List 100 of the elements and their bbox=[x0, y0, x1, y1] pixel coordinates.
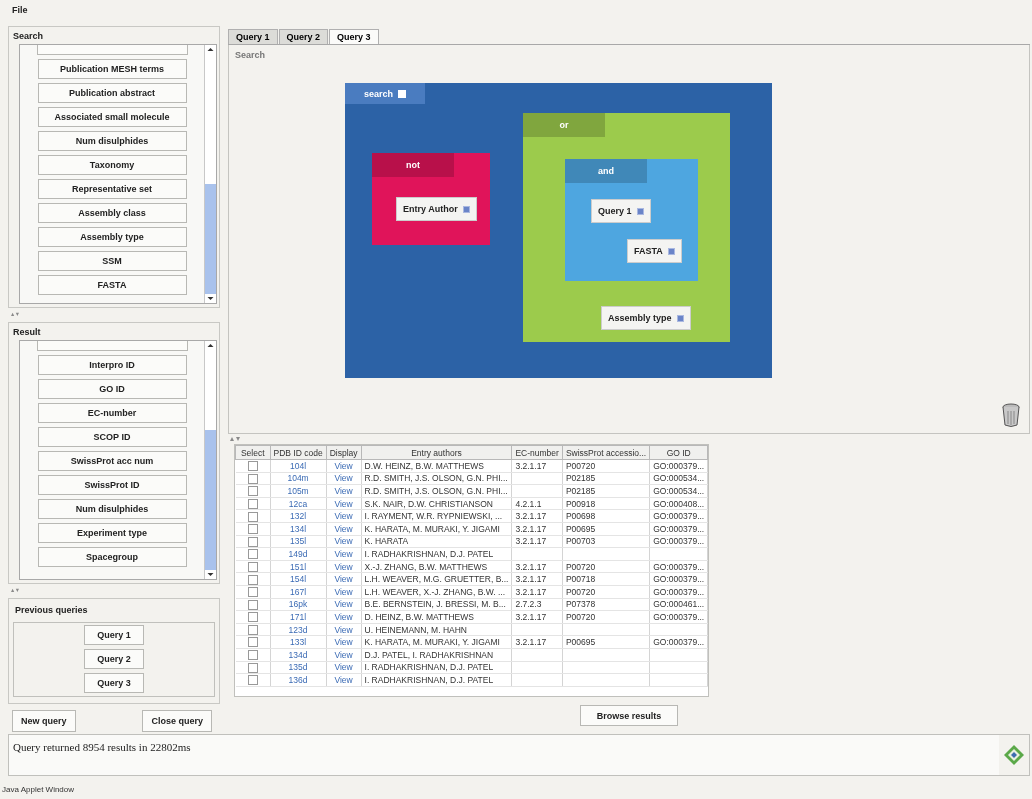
view-link[interactable]: View bbox=[326, 535, 361, 548]
field-button[interactable]: SwissProt ID bbox=[37, 475, 187, 495]
field-button[interactable]: SCOP ID bbox=[37, 427, 187, 447]
checkbox[interactable] bbox=[247, 637, 258, 648]
checkbox[interactable] bbox=[247, 486, 258, 497]
square-icon[interactable] bbox=[398, 89, 406, 98]
view-link[interactable]: View bbox=[326, 484, 361, 498]
column-header[interactable]: Entry authors bbox=[361, 445, 512, 460]
view-link[interactable]: View bbox=[326, 497, 361, 510]
scrollbar[interactable] bbox=[204, 341, 216, 579]
checkbox[interactable] bbox=[247, 612, 258, 623]
table-cell: P00695 bbox=[562, 635, 650, 649]
view-link[interactable]: View bbox=[326, 585, 361, 599]
view-link[interactable]: View bbox=[326, 598, 361, 611]
query-tab[interactable]: Query 1 bbox=[228, 29, 278, 44]
field-button[interactable]: SwissProt acc num bbox=[37, 451, 187, 471]
view-link[interactable]: View bbox=[326, 522, 361, 536]
view-link[interactable]: View bbox=[326, 623, 361, 636]
query-button[interactable]: Query 2 bbox=[84, 649, 144, 670]
field-button[interactable]: Assembly class bbox=[37, 203, 187, 223]
field-button[interactable]: EC-number bbox=[37, 403, 187, 423]
query-button[interactable]: Query 3 bbox=[84, 673, 144, 694]
checkbox[interactable] bbox=[247, 624, 258, 635]
field-button[interactable]: Interpro ID bbox=[37, 355, 187, 375]
view-link[interactable]: View bbox=[326, 509, 361, 523]
table-cell: P02185 bbox=[562, 484, 650, 498]
field-button[interactable]: Publication abstract bbox=[37, 83, 187, 103]
view-link[interactable]: View bbox=[326, 547, 361, 561]
field-button[interactable]: FASTA bbox=[37, 275, 187, 295]
checkbox[interactable] bbox=[247, 662, 258, 673]
split-arrows-icon[interactable] bbox=[10, 312, 20, 316]
square-icon[interactable] bbox=[636, 207, 644, 215]
query-term[interactable]: FASTA bbox=[627, 239, 682, 263]
scroll-up-icon[interactable] bbox=[206, 46, 215, 53]
field-button[interactable]: Publication MESH terms bbox=[37, 59, 187, 79]
logo-icon[interactable] bbox=[1003, 744, 1025, 766]
checkbox[interactable] bbox=[247, 473, 258, 484]
trash-icon[interactable] bbox=[1001, 403, 1021, 427]
field-button[interactable]: Representative set bbox=[37, 179, 187, 199]
checkbox[interactable] bbox=[247, 599, 258, 610]
scrollbar[interactable] bbox=[204, 45, 216, 303]
view-link[interactable]: View bbox=[326, 572, 361, 586]
field-button[interactable]: Taxonomy bbox=[37, 155, 187, 175]
checkbox[interactable] bbox=[247, 549, 258, 560]
query-term[interactable]: Assembly type bbox=[601, 306, 691, 330]
checkbox[interactable] bbox=[247, 536, 258, 547]
query-term[interactable]: Query 1 bbox=[591, 199, 651, 223]
browse-results-button[interactable]: Browse results bbox=[579, 705, 679, 726]
split-arrows-icon[interactable] bbox=[230, 435, 240, 441]
operator-label[interactable]: not bbox=[372, 153, 454, 177]
query-term[interactable]: Entry Author bbox=[396, 197, 477, 221]
view-link[interactable]: View bbox=[326, 560, 361, 573]
query-tab[interactable]: Query 2 bbox=[278, 29, 329, 44]
checkbox[interactable] bbox=[247, 561, 258, 572]
checkbox[interactable] bbox=[247, 675, 258, 686]
column-header[interactable]: PDB ID code bbox=[270, 445, 327, 460]
view-link[interactable]: View bbox=[326, 635, 361, 649]
field-button[interactable]: Num disulphides bbox=[37, 499, 187, 519]
view-link[interactable]: View bbox=[326, 648, 361, 661]
field-button[interactable]: SSM bbox=[37, 251, 187, 271]
checkbox[interactable] bbox=[247, 511, 258, 522]
column-header[interactable]: Select bbox=[235, 445, 270, 460]
field-button[interactable]: Experiment type bbox=[37, 523, 187, 543]
table-cell: R.D. SMITH, J.S. OLSON, G.N. PHI... bbox=[361, 484, 512, 498]
field-button[interactable]: Num disulphides bbox=[37, 131, 187, 151]
query-action-button[interactable]: Close query bbox=[142, 710, 212, 732]
view-link[interactable]: View bbox=[326, 661, 361, 674]
field-button[interactable]: Associated small molecule bbox=[37, 107, 187, 127]
table-cell: GO:000408... bbox=[649, 497, 708, 510]
view-link[interactable]: View bbox=[326, 610, 361, 624]
square-icon[interactable] bbox=[462, 205, 470, 213]
checkbox[interactable] bbox=[247, 461, 258, 472]
query-button[interactable]: Query 1 bbox=[84, 625, 144, 646]
table-cell: P00720 bbox=[562, 610, 650, 624]
field-button[interactable]: Spacegroup bbox=[37, 547, 187, 567]
query-action-button[interactable]: New query bbox=[12, 710, 76, 732]
query-tab[interactable]: Query 3 bbox=[329, 29, 379, 44]
column-header[interactable]: EC-number bbox=[511, 445, 563, 460]
checkbox[interactable] bbox=[247, 650, 258, 661]
checkbox[interactable] bbox=[247, 498, 258, 509]
square-icon[interactable] bbox=[676, 314, 684, 322]
column-header[interactable]: SwissProt accessio... bbox=[562, 445, 650, 460]
checkbox[interactable] bbox=[247, 574, 258, 585]
column-header[interactable]: Display bbox=[326, 445, 361, 460]
view-link[interactable]: View bbox=[326, 459, 361, 473]
view-link[interactable]: View bbox=[326, 472, 361, 485]
checkbox[interactable] bbox=[247, 524, 258, 535]
table-cell: K. HARATA, M. MURAKI, Y. JIGAMI bbox=[361, 522, 512, 536]
column-header[interactable]: GO ID bbox=[649, 445, 708, 460]
split-arrows-icon[interactable] bbox=[10, 588, 20, 592]
square-icon[interactable] bbox=[667, 247, 675, 255]
scroll-up-icon[interactable] bbox=[206, 342, 215, 349]
root-label: search bbox=[364, 88, 393, 99]
view-link[interactable]: View bbox=[326, 673, 361, 687]
field-button[interactable]: Assembly type bbox=[37, 227, 187, 247]
operator-label[interactable]: and bbox=[565, 159, 647, 183]
field-button[interactable]: GO ID bbox=[37, 379, 187, 399]
checkbox[interactable] bbox=[247, 587, 258, 598]
operator-label[interactable]: search bbox=[345, 83, 425, 104]
file-menu[interactable]: File bbox=[12, 5, 28, 15]
